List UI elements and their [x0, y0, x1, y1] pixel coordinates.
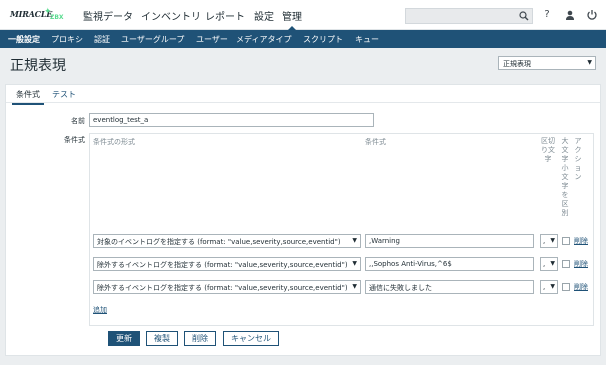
case-sensitive-checkbox[interactable] — [562, 283, 570, 291]
remove-link[interactable]: 削除 — [574, 259, 588, 269]
delimiter-dropdown[interactable]: , ▼ — [540, 234, 558, 248]
nav-monitoring[interactable]: 監視データ — [83, 8, 133, 23]
nav-reports[interactable]: レポート — [205, 8, 245, 23]
expression-input[interactable]: 通信に失敗しました — [365, 280, 534, 294]
logo-sub-text: ZBX — [50, 14, 64, 21]
expression-type-dropdown[interactable]: 除外するイベントログを指定する (format: "value,severity… — [93, 280, 361, 294]
chevron-down-icon: ▼ — [352, 283, 357, 290]
case-sensitive-checkbox[interactable] — [562, 237, 570, 245]
name-field[interactable]: eventlog_test_a — [89, 113, 374, 127]
clone-button[interactable]: 複製 — [146, 331, 178, 346]
subnav-general[interactable]: 一般設定 — [8, 34, 40, 45]
subnav-users[interactable]: ユーザー — [196, 34, 228, 45]
delimiter-value: , — [543, 260, 546, 268]
sign-out-power-icon[interactable] — [585, 9, 599, 20]
chevron-down-icon: ▼ — [550, 260, 555, 267]
nav-administration[interactable]: 管理 — [282, 8, 302, 31]
expression-input[interactable]: ,,Sophos Anti-Virus,^6$ — [365, 257, 534, 271]
expression-type-dropdown[interactable]: 除外するイベントログを指定する (format: "value,severity… — [93, 257, 361, 271]
tab-divider — [6, 102, 600, 103]
remove-link[interactable]: 削除 — [574, 236, 588, 246]
page-title: 正規表現 — [10, 58, 66, 74]
page-type-dropdown[interactable]: 正規表現 ▼ — [498, 56, 596, 70]
subnav-user-groups[interactable]: ユーザーグループ — [121, 34, 184, 45]
add-expression-link[interactable]: 追加 — [93, 305, 107, 315]
expression-type-value: 対象のイベントログを指定する (format: "value,severity,… — [97, 238, 341, 246]
header-action: アクション — [574, 137, 582, 181]
case-sensitive-checkbox[interactable] — [562, 260, 570, 268]
expressions-table: 条件式の形式 条件式 区切り文字 大文字小文字を区別 アクション 対象のイベント… — [89, 133, 594, 326]
remove-link[interactable]: 削除 — [574, 282, 588, 292]
delimiter-value: , — [543, 237, 546, 245]
header-delimiter: 区切り文字 — [541, 137, 555, 163]
regex-form-panel: 条件式 テスト 名前 eventlog_test_a 条件式 条件式の形式 条件… — [5, 84, 601, 356]
top-navigation-bar: MIRACLE ✦ ZBX 監視データ インベントリ レポート 設定 管理 ? — [0, 0, 606, 31]
name-label: 名前 — [71, 117, 85, 125]
help-icon[interactable]: ? — [540, 9, 554, 20]
subnav-proxies[interactable]: プロキシ — [51, 34, 83, 45]
sub-navigation-bar: 一般設定 プロキシ 認証 ユーザーグループ ユーザー メディアタイプ スクリプト… — [0, 30, 606, 48]
chevron-down-icon: ▼ — [352, 237, 357, 244]
subnav-queue[interactable]: キュー — [355, 34, 379, 45]
expression-type-dropdown[interactable]: 対象のイベントログを指定する (format: "value,severity,… — [93, 234, 361, 248]
search-input[interactable] — [405, 8, 533, 24]
user-profile-icon[interactable] — [563, 10, 577, 20]
expression-type-value: 除外するイベントログを指定する (format: "value,severity… — [97, 284, 348, 292]
delimiter-dropdown[interactable]: , ▼ — [540, 280, 558, 294]
nav-inventory[interactable]: インベントリ — [141, 8, 201, 23]
expressions-label: 条件式 — [64, 136, 85, 144]
header-expression-type: 条件式の形式 — [93, 138, 135, 146]
chevron-down-icon: ▼ — [550, 237, 555, 244]
chevron-down-icon: ▼ — [587, 59, 592, 66]
cancel-button[interactable]: キャンセル — [223, 331, 279, 346]
chevron-down-icon: ▼ — [550, 283, 555, 290]
subnav-media-types[interactable]: メディアタイプ — [236, 34, 291, 45]
header-case-sensitive: 大文字小文字を区別 — [561, 137, 569, 217]
tab-test[interactable]: テスト — [48, 89, 80, 103]
page-type-dropdown-value: 正規表現 — [503, 60, 531, 68]
delete-button[interactable]: 削除 — [184, 331, 216, 346]
subnav-scripts[interactable]: スクリプト — [303, 34, 343, 45]
logo[interactable]: MIRACLE ✦ ZBX — [10, 7, 68, 21]
search-icon[interactable] — [519, 11, 529, 21]
update-button[interactable]: 更新 — [108, 331, 140, 346]
nav-configuration[interactable]: 設定 — [254, 8, 274, 23]
delimiter-dropdown[interactable]: , ▼ — [540, 257, 558, 271]
delimiter-value: , — [543, 283, 546, 291]
expression-type-value: 除外するイベントログを指定する (format: "value,severity… — [97, 261, 348, 269]
expression-input[interactable]: ,Warning — [365, 234, 534, 248]
subnav-authentication[interactable]: 認証 — [94, 34, 110, 45]
chevron-down-icon: ▼ — [352, 260, 357, 267]
header-expression: 条件式 — [365, 138, 386, 146]
